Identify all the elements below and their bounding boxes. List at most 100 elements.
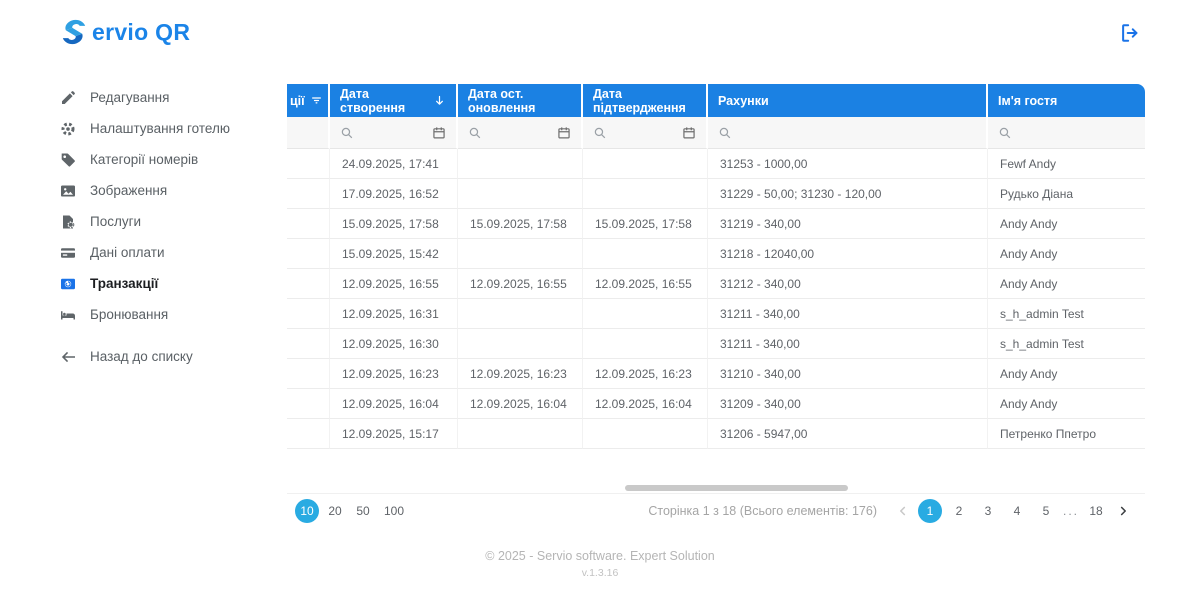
cell-guest-name: s_h_admin Test: [988, 299, 1145, 329]
filter-input-accounts[interactable]: [738, 122, 976, 143]
search-icon: [341, 127, 353, 138]
cell-guest-name: Andy Andy: [988, 269, 1145, 299]
table-row[interactable]: 12.09.2025, 16:55 12.09.2025, 16:55 12.0…: [287, 269, 1145, 299]
page-size-50-button[interactable]: 50: [351, 499, 375, 523]
page-2-button[interactable]: 2: [947, 499, 971, 523]
gear-icon: [60, 121, 76, 137]
pager: 1 2 3 4 5 ... 18: [893, 499, 1133, 523]
previous-page-button[interactable]: [893, 501, 913, 521]
cell-updated: [458, 419, 583, 449]
cell-created: 15.09.2025, 17:58: [330, 209, 458, 239]
cell-confirmed: 12.09.2025, 16:55: [583, 269, 708, 299]
cell-updated: [458, 329, 583, 359]
calendar-button[interactable]: [682, 126, 696, 140]
cell-confirmed: [583, 419, 708, 449]
page-size-20-button[interactable]: 20: [323, 499, 347, 523]
page-ellipsis: ...: [1062, 504, 1079, 518]
table-row[interactable]: 12.09.2025, 16:31 31211 - 340,00 s_h_adm…: [287, 299, 1145, 329]
cell-created: 12.09.2025, 15:17: [330, 419, 458, 449]
column-header-accounts[interactable]: Рахунки: [708, 84, 988, 117]
cell-guest-name: Andy Andy: [988, 389, 1145, 419]
table-row[interactable]: 15.09.2025, 15:42 31218 - 12040,00 Andy …: [287, 239, 1145, 269]
cell-confirmed: 15.09.2025, 17:58: [583, 209, 708, 239]
table-row[interactable]: 12.09.2025, 16:30 31211 - 340,00 s_h_adm…: [287, 329, 1145, 359]
cell-id: [287, 209, 330, 239]
filter-cell-guest-name: [988, 117, 1145, 149]
cell-accounts: 31253 - 1000,00: [708, 149, 988, 179]
column-header-updated[interactable]: Дата ост. оновлення: [458, 84, 583, 117]
page-5-button[interactable]: 5: [1034, 499, 1058, 523]
sidebar-item-services[interactable]: Послуги: [60, 206, 275, 237]
column-header-id-truncated[interactable]: ції: [287, 84, 330, 117]
cell-created: 24.09.2025, 17:41: [330, 149, 458, 179]
back-to-list-link[interactable]: Назад до списку: [60, 341, 275, 372]
table-row[interactable]: 12.09.2025, 15:17 31206 - 5947,00 Петрен…: [287, 419, 1145, 449]
servio-logo[interactable]: ervio QR: [57, 15, 190, 49]
cell-id: [287, 359, 330, 389]
page-3-button[interactable]: 3: [976, 499, 1000, 523]
sidebar-item-transactions[interactable]: Транзакції: [60, 268, 275, 299]
sidebar-item-label: Дані оплати: [90, 245, 165, 260]
column-header-guest-name[interactable]: Ім'я гостя: [988, 84, 1145, 117]
calendar-button[interactable]: [557, 126, 571, 140]
cell-guest-name: Andy Andy: [988, 239, 1145, 269]
cell-id: [287, 299, 330, 329]
page-1-button[interactable]: 1: [917, 499, 942, 523]
horizontal-scrollbar-thumb[interactable]: [625, 485, 848, 491]
column-header-confirmed[interactable]: Дата підтвердження: [583, 84, 708, 117]
cell-created: 12.09.2025, 16:23: [330, 359, 458, 389]
service-document-icon: [60, 214, 76, 230]
cell-accounts: 31209 - 340,00: [708, 389, 988, 419]
page-size-selector: 10 20 50 100: [295, 499, 409, 523]
search-icon: [999, 127, 1011, 138]
cell-id: [287, 239, 330, 269]
filter-input-created[interactable]: [360, 122, 426, 143]
sort-desc-icon[interactable]: [433, 94, 446, 107]
table-row[interactable]: 15.09.2025, 17:58 15.09.2025, 17:58 15.0…: [287, 209, 1145, 239]
cell-id: [287, 179, 330, 209]
table-row[interactable]: 12.09.2025, 16:23 12.09.2025, 16:23 12.0…: [287, 359, 1145, 389]
sidebar-item-room-categories[interactable]: Категорії номерів: [60, 144, 275, 175]
sidebar-item-label: Послуги: [90, 214, 142, 229]
sidebar-item-label: Редагування: [90, 90, 170, 105]
filter-icon[interactable]: [310, 94, 323, 107]
sidebar-item-payment-data[interactable]: Дані оплати: [60, 237, 275, 268]
credit-card-icon: [60, 245, 76, 261]
page-size-10-button[interactable]: 10: [295, 499, 319, 523]
page-18-button[interactable]: 18: [1084, 499, 1108, 523]
next-page-button[interactable]: [1113, 501, 1133, 521]
cell-confirmed: [583, 179, 708, 209]
filter-cell-id: [287, 117, 330, 149]
cell-confirmed: [583, 329, 708, 359]
logout-icon: [1122, 24, 1138, 42]
sidebar-item-editing[interactable]: Редагування: [60, 82, 275, 113]
filter-input-updated[interactable]: [488, 122, 551, 143]
table-row[interactable]: 24.09.2025, 17:41 31253 - 1000,00 Fewf A…: [287, 149, 1145, 179]
calendar-button[interactable]: [432, 126, 446, 140]
sidebar-item-hotel-settings[interactable]: Налаштування готелю: [60, 113, 275, 144]
table-row[interactable]: 17.09.2025, 16:52 31229 - 50,00; 31230 -…: [287, 179, 1145, 209]
cell-accounts: 31219 - 340,00: [708, 209, 988, 239]
cell-id: [287, 329, 330, 359]
cell-created: 12.09.2025, 16:04: [330, 389, 458, 419]
cell-id: [287, 419, 330, 449]
cell-created: 12.09.2025, 16:31: [330, 299, 458, 329]
sidebar-item-images[interactable]: Зображення: [60, 175, 275, 206]
column-header-created[interactable]: Дата створення: [330, 84, 458, 117]
sidebar-item-label: Бронювання: [90, 307, 169, 322]
filter-input-guest-name[interactable]: [1018, 122, 1135, 143]
sidebar-item-bookings[interactable]: Бронювання: [60, 299, 275, 330]
version-text: v.1.3.16: [581, 567, 619, 579]
page-size-100-button[interactable]: 100: [379, 499, 409, 523]
transactions-table: ції Дата створення Дата ост. оновлення Д…: [287, 84, 1145, 449]
page-4-button[interactable]: 4: [1005, 499, 1029, 523]
pagination-info: Сторінка 1 з 18 (Всього елементів: 176): [648, 504, 877, 518]
filter-input-confirmed[interactable]: [613, 122, 676, 143]
filter-cell-confirmed: [583, 117, 708, 149]
logout-button[interactable]: [1118, 22, 1142, 46]
table-row[interactable]: 12.09.2025, 16:04 12.09.2025, 16:04 12.0…: [287, 389, 1145, 419]
cell-guest-name: Рудько Діана: [988, 179, 1145, 209]
cell-accounts: 31210 - 340,00: [708, 359, 988, 389]
sidebar-item-label: Категорії номерів: [90, 152, 199, 167]
bed-icon: [60, 307, 76, 323]
